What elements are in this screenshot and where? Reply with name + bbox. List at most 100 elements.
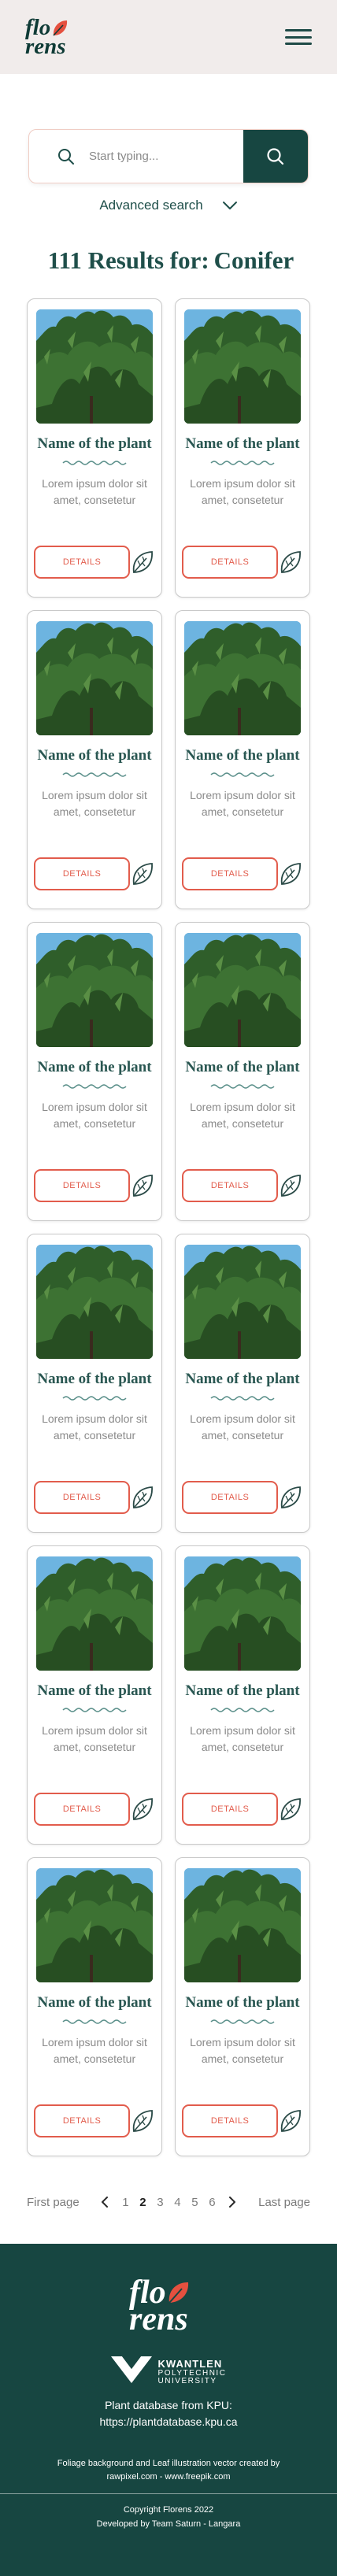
wave-divider-icon bbox=[210, 1084, 275, 1089]
card-actions: DETAILS bbox=[182, 857, 303, 890]
credit-links[interactable]: rawpixel.com - www.freepik.com bbox=[0, 2471, 337, 2484]
plant-description: Lorem ipsum dolor sit amet, consetetur bbox=[190, 2035, 295, 2066]
leaf-icon[interactable] bbox=[130, 861, 155, 887]
last-page-link[interactable]: Last page bbox=[258, 2196, 310, 2209]
plant-description: Lorem ipsum dolor sit amet, consetetur bbox=[190, 788, 295, 819]
plant-card: Name of the plant Lorem ipsum dolor sit … bbox=[27, 1545, 162, 1845]
site-header: flo rens bbox=[0, 0, 337, 74]
copyright-text: Copyright Florens 2022 bbox=[123, 2505, 214, 2515]
details-button[interactable]: DETAILS bbox=[34, 1169, 131, 1202]
plant-image bbox=[36, 1556, 153, 1671]
hamburger-menu-icon[interactable] bbox=[285, 27, 312, 47]
database-link[interactable]: https://plantdatabase.kpu.ca bbox=[0, 2414, 337, 2430]
page-link-5[interactable]: 5 bbox=[191, 2196, 198, 2209]
details-button[interactable]: DETAILS bbox=[182, 857, 279, 890]
details-button[interactable]: DETAILS bbox=[34, 1481, 131, 1514]
wave-divider-icon bbox=[62, 1708, 127, 1712]
details-button[interactable]: DETAILS bbox=[182, 546, 279, 579]
footer-logo[interactable]: flo rens bbox=[129, 2244, 208, 2335]
details-button[interactable]: DETAILS bbox=[182, 1169, 279, 1202]
plant-name: Name of the plant bbox=[37, 1371, 152, 1387]
details-button[interactable]: DETAILS bbox=[182, 1793, 279, 1826]
plant-card: Name of the plant Lorem ipsum dolor sit … bbox=[175, 610, 310, 909]
plant-image bbox=[184, 1556, 301, 1671]
plant-card: Name of the plant Lorem ipsum dolor sit … bbox=[27, 1234, 162, 1533]
page-link-1[interactable]: 1 bbox=[121, 2196, 129, 2209]
developer-credit: Developed by Team Saturn - Langara bbox=[96, 2519, 241, 2529]
leaf-icon[interactable] bbox=[130, 2108, 155, 2134]
results-count: 111 Results for: bbox=[47, 246, 209, 274]
leaf-icon[interactable] bbox=[130, 1484, 155, 1511]
page-link-6[interactable]: 6 bbox=[208, 2196, 216, 2209]
plant-image bbox=[184, 1868, 301, 1982]
footer-database-info: Plant database from KPU: https://plantda… bbox=[0, 2397, 337, 2430]
chevron-down-icon bbox=[222, 202, 237, 209]
wave-divider-icon bbox=[62, 772, 127, 777]
database-label: Plant database from KPU: bbox=[105, 2399, 232, 2412]
search-section: Advanced search bbox=[0, 74, 337, 213]
wave-divider-icon bbox=[210, 461, 275, 465]
plant-image bbox=[184, 309, 301, 424]
plant-image bbox=[36, 933, 153, 1047]
chevron-left-icon[interactable] bbox=[98, 2196, 112, 2208]
leaf-icon[interactable] bbox=[130, 1796, 155, 1823]
plant-description: Lorem ipsum dolor sit amet, consetetur bbox=[42, 1412, 147, 1442]
details-button[interactable]: DETAILS bbox=[34, 1793, 131, 1826]
wave-divider-icon bbox=[62, 461, 127, 465]
details-button[interactable]: DETAILS bbox=[182, 1481, 279, 1514]
kpu-name: KWANTLEN bbox=[157, 2357, 223, 2370]
plant-name: Name of the plant bbox=[37, 435, 152, 452]
leaf-icon[interactable] bbox=[278, 1172, 303, 1199]
logo-text-line2: rens bbox=[25, 33, 66, 59]
plant-image bbox=[184, 621, 301, 735]
details-button[interactable]: DETAILS bbox=[34, 546, 131, 579]
plant-description: Lorem ipsum dolor sit amet, consetetur bbox=[42, 2035, 147, 2066]
site-logo[interactable]: flo rens bbox=[25, 16, 76, 59]
search-field[interactable] bbox=[29, 130, 243, 183]
page-link-4[interactable]: 4 bbox=[173, 2196, 181, 2209]
advanced-search-label: Advanced search bbox=[99, 198, 203, 213]
chevron-right-icon[interactable] bbox=[225, 2196, 239, 2208]
plant-name: Name of the plant bbox=[185, 1059, 300, 1075]
first-page-link[interactable]: First page bbox=[27, 2196, 80, 2209]
plant-card: Name of the plant Lorem ipsum dolor sit … bbox=[175, 1545, 310, 1845]
wave-divider-icon bbox=[62, 2019, 127, 2024]
kpu-name-3: UNIVERSITY bbox=[157, 2377, 217, 2385]
plant-name: Name of the plant bbox=[185, 435, 300, 452]
card-actions: DETAILS bbox=[34, 546, 155, 579]
leaf-icon[interactable] bbox=[130, 549, 155, 576]
plant-card: Name of the plant Lorem ipsum dolor sit … bbox=[175, 922, 310, 1221]
search-icon bbox=[58, 148, 74, 165]
advanced-search-toggle[interactable]: Advanced search bbox=[28, 198, 309, 213]
plant-card: Name of the plant Lorem ipsum dolor sit … bbox=[27, 610, 162, 909]
footer-divider bbox=[0, 2493, 337, 2495]
search-input[interactable] bbox=[89, 150, 223, 163]
card-actions: DETAILS bbox=[34, 1793, 155, 1826]
leaf-icon[interactable] bbox=[278, 861, 303, 887]
page-link-2[interactable]: 2 bbox=[139, 2196, 146, 2209]
card-actions: DETAILS bbox=[182, 1481, 303, 1514]
plant-name: Name of the plant bbox=[185, 1371, 300, 1387]
plant-name: Name of the plant bbox=[185, 747, 300, 764]
card-actions: DETAILS bbox=[34, 2104, 155, 2137]
plant-description: Lorem ipsum dolor sit amet, consetetur bbox=[190, 476, 295, 507]
plant-description: Lorem ipsum dolor sit amet, consetetur bbox=[42, 476, 147, 507]
leaf-icon[interactable] bbox=[278, 549, 303, 576]
leaf-icon[interactable] bbox=[130, 1172, 155, 1199]
leaf-icon[interactable] bbox=[278, 2108, 303, 2134]
footer-credits: Foliage background and Leaf illustration… bbox=[0, 2457, 337, 2484]
wave-divider-icon bbox=[210, 1708, 275, 1712]
kpu-logo[interactable]: KWANTLEN POLYTECHNIC UNIVERSITY bbox=[0, 2356, 337, 2388]
plant-image bbox=[36, 309, 153, 424]
search-submit-button[interactable] bbox=[243, 130, 308, 183]
details-button[interactable]: DETAILS bbox=[34, 857, 131, 890]
wave-divider-icon bbox=[210, 772, 275, 777]
leaf-icon[interactable] bbox=[278, 1796, 303, 1823]
plant-description: Lorem ipsum dolor sit amet, consetetur bbox=[190, 1100, 295, 1131]
details-button[interactable]: DETAILS bbox=[182, 2104, 279, 2137]
footer-copyright: Copyright Florens 2022 Developed by Team… bbox=[0, 2504, 337, 2531]
page-link-3[interactable]: 3 bbox=[156, 2196, 164, 2209]
leaf-icon[interactable] bbox=[278, 1484, 303, 1511]
details-button[interactable]: DETAILS bbox=[34, 2104, 131, 2137]
plant-description: Lorem ipsum dolor sit amet, consetetur bbox=[42, 788, 147, 819]
